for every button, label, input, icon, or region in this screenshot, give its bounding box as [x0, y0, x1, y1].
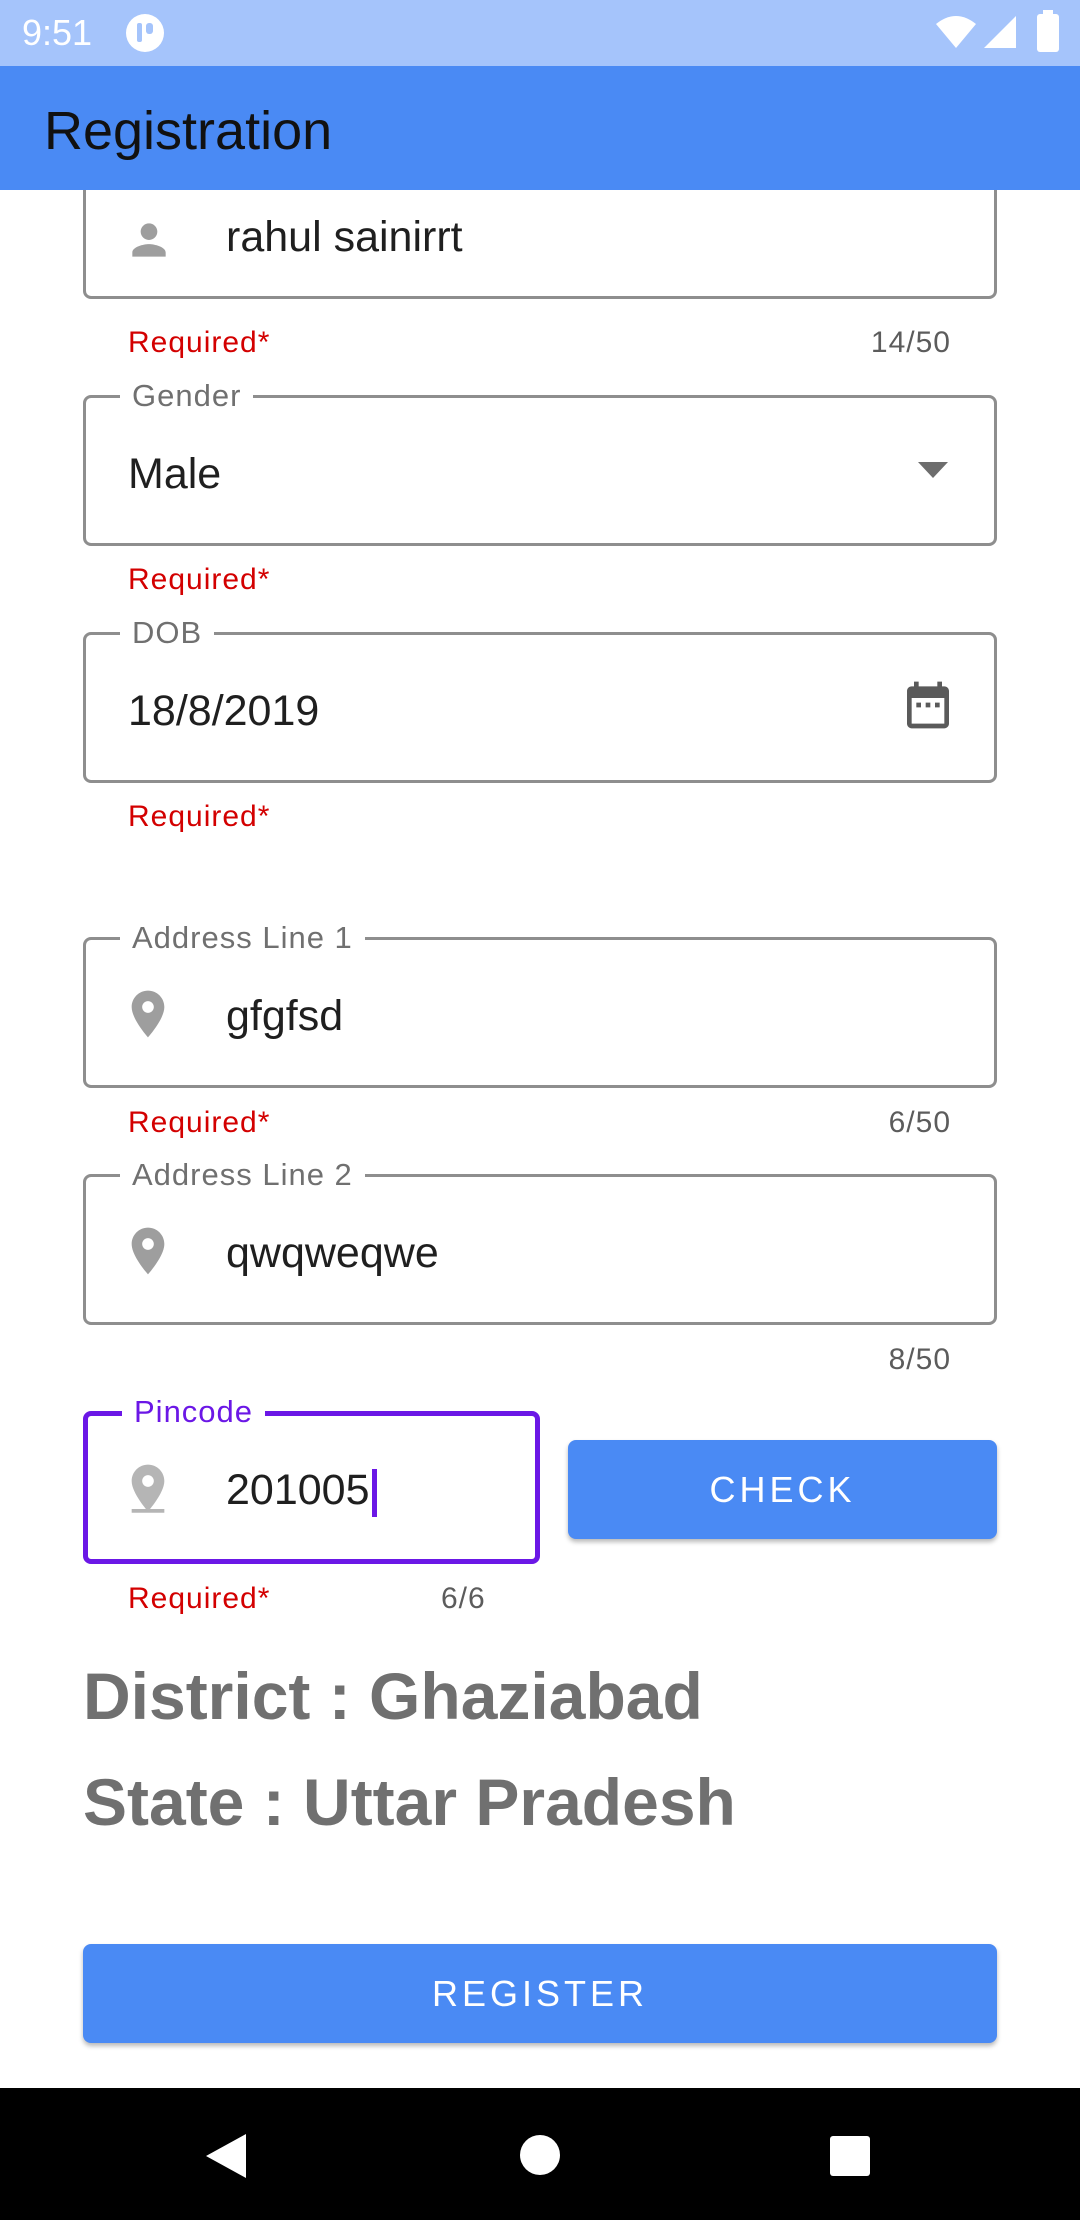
pincode-field[interactable]: Pincode 201005: [83, 1394, 540, 1564]
notification-icon: [126, 14, 164, 52]
address-line-2-input[interactable]: qwqweqwe: [226, 1229, 439, 1278]
page-title: Registration: [44, 101, 333, 161]
back-icon[interactable]: [204, 2132, 248, 2180]
name-input[interactable]: rahul sainirrt: [226, 213, 463, 262]
person-icon: [132, 223, 166, 257]
recents-icon[interactable]: [829, 2135, 871, 2177]
gender-value: Male: [128, 450, 222, 498]
battery-icon: [1037, 10, 1059, 52]
pincode-helper: Required*: [128, 1582, 271, 1615]
app-bar: Registration: [0, 66, 1080, 190]
dob-field[interactable]: DOB 18/8/2019: [83, 615, 997, 783]
district-text: District : Ghaziabad: [83, 1659, 703, 1733]
address-line-1-helper: Required*: [128, 1106, 271, 1139]
address-line-1-field[interactable]: Address Line 1 gfgfsd: [83, 920, 997, 1088]
address-line-2-label: Address Line 2: [120, 1157, 365, 1193]
gender-select[interactable]: Gender Male: [83, 378, 997, 546]
name-helper: Required*: [128, 326, 271, 359]
navigation-bar: [0, 2088, 1080, 2220]
address-line-1-input[interactable]: gfgfsd: [226, 992, 343, 1041]
text-caret: [371, 1468, 377, 1517]
registration-form[interactable]: rahul sainirrt Required* 14/50 Gender Ma…: [0, 190, 1080, 2088]
location-pin-icon: [131, 990, 165, 1038]
dob-value: 18/8/2019: [128, 687, 320, 735]
home-icon[interactable]: [519, 2134, 561, 2176]
signal-icon: [984, 16, 1016, 48]
status-bar: 9:51: [0, 0, 1080, 66]
name-counter: 14/50: [870, 326, 951, 359]
address-line-2-field[interactable]: Address Line 2 qwqweqwe: [83, 1157, 997, 1325]
check-button[interactable]: CHECK: [568, 1440, 997, 1539]
pincode-counter: 6/6: [441, 1582, 486, 1615]
pincode-input[interactable]: 201005: [226, 1466, 377, 1517]
gender-label: Gender: [120, 378, 254, 414]
name-field[interactable]: rahul sainirrt: [83, 190, 997, 299]
state-text: State : Uttar Pradesh: [83, 1765, 736, 1839]
address-line-1-counter: 6/50: [888, 1106, 951, 1139]
pincode-value: 201005: [226, 1466, 370, 1514]
address-line-1-label: Address Line 1: [120, 920, 365, 956]
wifi-icon: [936, 16, 976, 48]
register-button[interactable]: REGISTER: [83, 1944, 997, 2043]
dropdown-arrow-icon[interactable]: [916, 460, 950, 480]
address-line-2-counter: 8/50: [888, 1343, 951, 1376]
location-pin-icon: [131, 1227, 165, 1275]
dob-label: DOB: [120, 615, 215, 651]
pincode-label: Pincode: [122, 1394, 266, 1430]
location-pin-icon: [131, 1464, 165, 1513]
status-time: 9:51: [22, 12, 93, 53]
dob-helper: Required*: [128, 800, 271, 833]
calendar-icon[interactable]: [900, 675, 956, 735]
gender-helper: Required*: [128, 563, 271, 596]
